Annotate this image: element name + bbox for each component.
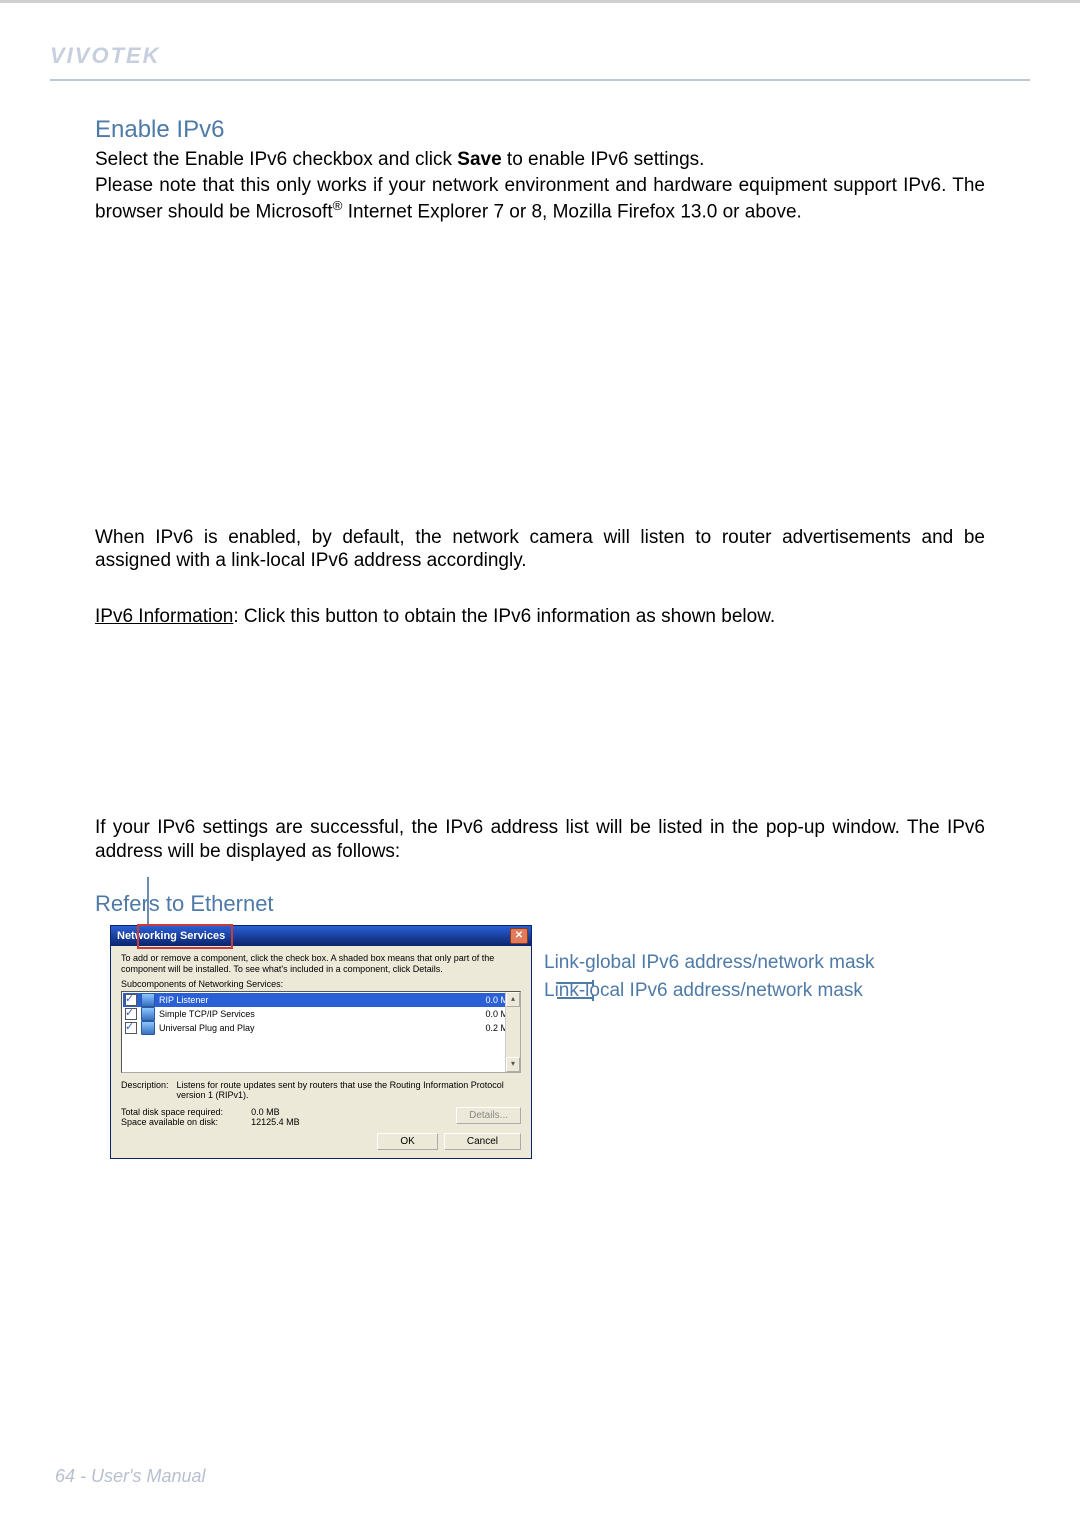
page-footer: 64 - User's Manual	[50, 1466, 1030, 1497]
paragraph-ipv6-info: IPv6 Information: Click this button to o…	[95, 605, 985, 629]
p1-post: to enable IPv6 settings.	[502, 149, 705, 170]
paragraph-success: If your IPv6 settings are successful, th…	[95, 816, 985, 864]
p1-pre: Select the Enable IPv6 checkbox and clic…	[95, 149, 457, 170]
scroll-up-icon[interactable]: ▴	[506, 992, 520, 1007]
checkbox[interactable]	[125, 994, 137, 1006]
annotation-column: Link-global IPv6 address/network mask Li…	[544, 925, 875, 1004]
disk-info: Total disk space required: 0.0 MB Space …	[121, 1107, 300, 1127]
disk-available-value: 12125.4 MB	[251, 1117, 300, 1127]
paragraph-enable-ipv6-2: Please note that this only works if your…	[95, 174, 985, 224]
registered-symbol: ®	[333, 198, 343, 213]
content-area: Enable IPv6 Select the Enable IPv6 check…	[50, 116, 1030, 1466]
checkbox[interactable]	[125, 1008, 137, 1020]
annotation-tick-1	[557, 982, 592, 984]
details-button[interactable]: Details...	[456, 1107, 521, 1124]
brand-logo: VIVOTEK	[50, 43, 161, 68]
list-item-label: RIP Listener	[159, 995, 464, 1005]
close-icon[interactable]: ✕	[510, 928, 528, 944]
list-item[interactable]: RIP Listener0.0 MB	[123, 993, 519, 1007]
list-item-label: Universal Plug and Play	[159, 1023, 464, 1033]
page-inner: VIVOTEK Enable IPv6 Select the Enable IP…	[0, 3, 1080, 1527]
list-item[interactable]: Universal Plug and Play0.2 MB	[123, 1021, 519, 1035]
disk-available-label: Space available on disk:	[121, 1117, 223, 1127]
document-page: VIVOTEK Enable IPv6 Select the Enable IP…	[0, 0, 1080, 1527]
heading-refers-to-ethernet: Refers to Ethernet	[95, 891, 985, 917]
network-component-icon	[141, 993, 155, 1007]
list-item-label: Simple TCP/IP Services	[159, 1009, 464, 1019]
spacer	[95, 631, 985, 816]
description-text: Listens for route updates sent by router…	[177, 1080, 521, 1101]
p2-post: Internet Explorer 7 or 8, Mozilla Firefo…	[342, 201, 801, 222]
spacer	[95, 575, 985, 605]
heading-enable-ipv6: Enable IPv6	[95, 116, 985, 144]
disk-required-value: 0.0 MB	[251, 1107, 300, 1117]
brand-bar: VIVOTEK	[50, 43, 1030, 81]
dialog-footer: OK Cancel	[121, 1133, 521, 1150]
ipv6-info-label: IPv6 Information	[95, 606, 233, 627]
cancel-button[interactable]: Cancel	[444, 1133, 521, 1150]
network-component-icon	[141, 1007, 155, 1021]
spacer	[95, 226, 985, 526]
description-row: Description: Listens for route updates s…	[121, 1080, 521, 1101]
dialog-instruction: To add or remove a component, click the …	[121, 953, 521, 974]
dialog-section-label: Subcomponents of Networking Services:	[121, 979, 521, 989]
components-listbox[interactable]: RIP Listener0.0 MBSimple TCP/IP Services…	[121, 991, 521, 1073]
diagram-row: Networking Services ✕ To add or remove a…	[95, 925, 985, 1158]
dialog-body: To add or remove a component, click the …	[111, 946, 531, 1157]
paragraph-default-behavior: When IPv6 is enabled, by default, the ne…	[95, 526, 985, 574]
annotation-tick-2	[557, 997, 592, 999]
scroll-down-icon[interactable]: ▾	[506, 1057, 520, 1072]
networking-services-dialog: Networking Services ✕ To add or remove a…	[110, 925, 532, 1158]
annotation-link-global: Link-global IPv6 address/network mask	[544, 949, 875, 977]
paragraph-enable-ipv6-1: Select the Enable IPv6 checkbox and clic…	[95, 148, 985, 172]
ok-button[interactable]: OK	[377, 1133, 437, 1150]
dialog-title: Networking Services	[117, 930, 225, 942]
disk-info-row: Total disk space required: 0.0 MB Space …	[121, 1107, 521, 1127]
list-item[interactable]: Simple TCP/IP Services0.0 MB	[123, 1007, 519, 1021]
checkbox[interactable]	[125, 1022, 137, 1034]
description-label: Description:	[121, 1080, 169, 1101]
disk-required-label: Total disk space required:	[121, 1107, 223, 1117]
listbox-scrollbar[interactable]: ▴ ▾	[505, 992, 520, 1072]
dialog-titlebar: Networking Services ✕	[111, 926, 531, 946]
ipv6-info-rest: : Click this button to obtain the IPv6 i…	[233, 606, 775, 627]
p1-save-bold: Save	[457, 149, 501, 170]
network-component-icon	[141, 1021, 155, 1035]
